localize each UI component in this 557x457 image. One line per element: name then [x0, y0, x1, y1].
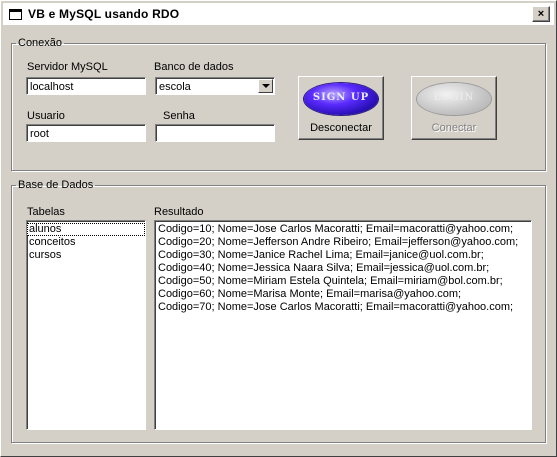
chevron-down-icon[interactable] — [258, 79, 273, 93]
tabelas-label: Tabelas — [27, 206, 65, 218]
result-line: Codigo=70; Nome=Jose Carlos Macoratti; E… — [158, 301, 514, 313]
usuario-label: Usuario — [27, 110, 65, 122]
result-line: Codigo=40; Nome=Jessica Naara Silva; Ema… — [158, 262, 490, 274]
resultado-label: Resultado — [154, 206, 204, 218]
servidor-label: Servidor MySQL — [27, 61, 108, 73]
result-line: Codigo=60; Nome=Marisa Monte; Email=mari… — [158, 288, 462, 300]
result-line: Codigo=30; Nome=Janice Rachel Lima; Emai… — [158, 249, 484, 261]
banco-selected-value: escola — [159, 81, 191, 93]
tabelas-listbox[interactable]: alunos conceitos cursos — [26, 220, 146, 430]
banco-label: Banco de dados — [154, 61, 234, 73]
window-app-icon — [8, 7, 22, 21]
result-line: Codigo=10; Nome=Jose Carlos Macoratti; E… — [158, 223, 514, 235]
result-line: Codigo=20; Nome=Jefferson Andre Ribeiro;… — [158, 236, 519, 248]
desconectar-label: Desconectar — [310, 122, 372, 134]
senha-input[interactable] — [155, 124, 275, 142]
usuario-input[interactable]: root — [26, 124, 146, 142]
servidor-input[interactable]: localhost — [26, 77, 146, 95]
list-item[interactable]: cursos — [27, 249, 145, 262]
banco-select[interactable]: escola — [155, 77, 275, 95]
conexao-legend: Conexão — [18, 37, 63, 49]
resultado-textbox[interactable]: Codigo=10; Nome=Jose Carlos Macoratti; E… — [154, 220, 532, 430]
app-window: VB e MySQL usando RDO × Conexão Servidor… — [0, 0, 557, 457]
conectar-button[interactable]: LOGIN Conectar — [411, 76, 497, 140]
list-item[interactable]: conceitos — [27, 236, 145, 249]
window-title: VB e MySQL usando RDO — [28, 7, 180, 21]
list-item[interactable]: alunos — [27, 223, 145, 236]
conectar-label: Conectar — [431, 122, 477, 134]
close-button[interactable]: × — [532, 6, 550, 22]
title-bar[interactable]: VB e MySQL usando RDO × — [3, 3, 554, 25]
result-line: Codigo=50; Nome=Miriam Estela Quintela; … — [158, 275, 503, 287]
desconectar-button[interactable]: SIGN UP Desconectar — [298, 76, 384, 140]
login-image: LOGIN — [417, 83, 491, 115]
base-legend: Base de Dados — [18, 179, 94, 191]
senha-label: Senha — [163, 110, 195, 122]
sign-up-image: SIGN UP — [304, 83, 378, 115]
